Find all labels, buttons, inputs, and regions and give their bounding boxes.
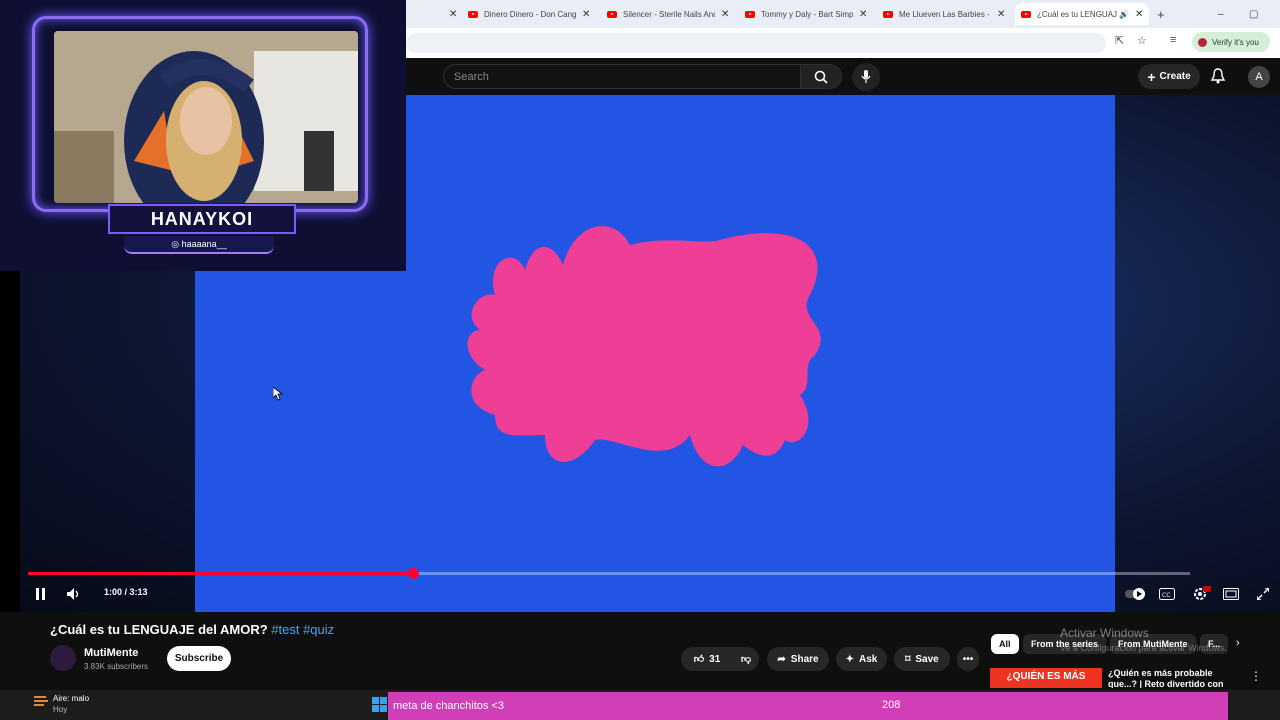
hd-badge [1203,586,1211,592]
chevron-right-icon[interactable]: › [1236,637,1240,649]
streamer-figure [54,31,358,203]
close-icon[interactable]: ✕ [449,9,457,20]
youtube-favicon-icon [745,10,755,18]
video-hashtags[interactable]: #test #quiz [271,622,334,637]
video-title: ¿Cuál es tu LENGUAJE del AMOR? #test #qu… [50,622,335,637]
progress-scrubber[interactable] [407,568,419,579]
subscribe-button[interactable]: Subscribe [167,646,231,671]
recommended-title[interactable]: ¿Quién es más probable que...? | Reto di… [1108,668,1233,688]
stream-goal-bar: meta de chanchitos <3 [388,692,1228,720]
share-arrow-icon: ➦ [777,653,786,665]
bookmark-star-icon[interactable]: ☆ [1137,34,1147,47]
stream-goal-count: 208 [882,699,901,711]
theater-icon [1223,588,1239,600]
youtube-favicon-icon [468,10,478,18]
captions-icon: CC [1159,588,1175,600]
search-icon [814,70,828,84]
notifications-bell-icon[interactable] [1210,68,1226,87]
weather-day: Hoy [53,705,68,714]
close-icon[interactable]: ✕ [859,9,867,20]
like-button[interactable]: 👍︎ 31 [681,647,733,671]
autoplay-toggle[interactable] [1124,585,1148,603]
account-avatar[interactable]: A [1248,66,1270,88]
sparkle-icon: ✦ [845,653,855,665]
weather-icon[interactable] [32,693,54,715]
tab-close-previous[interactable]: ✕ [443,3,457,25]
browser-tab[interactable]: Silencer - Sterile Nails And ✕ [607,3,729,25]
youtube-favicon-icon [607,10,617,18]
fullscreen-icon [1257,588,1269,600]
captions-button[interactable]: CC [1157,585,1177,603]
bookmark-icon: ⌑ [905,653,911,665]
channel-name[interactable]: MutiMente [84,647,138,659]
subscriber-count: 3.83K subscribers [84,662,149,671]
url-field[interactable] [406,33,1106,53]
streamer-handle: ◎ haaaana__ [124,236,274,254]
fullscreen-button[interactable] [1254,585,1272,603]
youtube-favicon-icon [883,10,893,18]
streamer-name-tag: HANAYKOI [108,204,296,234]
browser-tab[interactable]: Me Llueven Las Barbies - ✕ [883,3,1005,25]
windows-activation-watermark: Activar Windows [1060,626,1149,640]
left-edge-strip [0,270,20,612]
dislike-button[interactable]: 👎︎ [733,647,759,671]
volume-icon [67,588,79,600]
chip-all[interactable]: All [991,634,1019,654]
save-button[interactable]: ⌑ Save [894,647,950,671]
install-app-icon[interactable]: ⇱ [1115,34,1124,47]
speaker-icon[interactable]: 🔊 [1119,10,1129,19]
pause-button[interactable] [32,585,50,603]
new-tab-button[interactable]: + [1157,3,1165,25]
webcam-feed-image [54,31,358,203]
search-input[interactable]: Search [443,64,801,89]
pause-icon [36,588,45,600]
share-button[interactable]: ➦ Share [767,647,829,671]
thumbs-up-icon: 👍︎ [693,654,705,665]
progress-fill [28,572,413,575]
browser-tab[interactable]: Dinero Dinero - Don Cangrejo✕ [468,3,590,25]
autoplay-toggle-icon [1125,588,1145,600]
channel-avatar[interactable] [50,645,76,671]
maximize-window-icon[interactable]: ▢ [1249,3,1258,25]
close-icon[interactable]: ✕ [582,9,590,20]
time-display: 1:00 / 3:13 [104,587,148,597]
close-icon[interactable]: ✕ [721,9,729,20]
browser-tab[interactable]: Tommy y Daly - Bart Simpson✕ [745,3,867,25]
microphone-icon [861,70,871,83]
plus-icon: + [1147,68,1156,85]
youtube-favicon-icon [1021,10,1031,18]
minimize-window-icon[interactable]: – [1218,3,1224,25]
profile-icon [1198,37,1207,47]
windows-start-icon[interactable] [372,697,387,712]
verify-profile-button[interactable]: Verify it's you [1192,32,1270,52]
theater-mode-button[interactable] [1221,585,1241,603]
kebab-menu-icon[interactable]: ⋮ [1250,669,1262,683]
stream-goal-text: meta de chanchitos <3 [393,700,504,712]
svg-text:CC: CC [1162,592,1170,599]
more-actions-button[interactable]: ••• [957,647,979,671]
recommended-thumbnail[interactable]: ¿QUIÉN ES MÁS [990,668,1102,688]
weather-status: Aire: malo [53,694,90,703]
create-button[interactable]: + Create [1138,64,1200,89]
voice-search-button[interactable] [852,63,880,91]
close-icon[interactable]: ✕ [1135,9,1143,20]
browser-tab-active[interactable]: ¿Cuál es tu LENGUAJE 🔊 ✕ [1015,3,1150,25]
mouse-cursor-icon [273,387,283,401]
thumbs-down-icon: 👎︎ [740,654,752,665]
close-icon[interactable]: ✕ [997,9,1005,20]
volume-button[interactable] [64,585,84,603]
more-dots-icon: ••• [962,653,974,665]
windows-activation-subtext: Ve a Configuración para activar Windows. [1060,643,1228,653]
media-controls-icon[interactable]: ≡ [1170,34,1176,46]
ask-button[interactable]: ✦ Ask [836,647,887,671]
search-button[interactable] [800,64,842,89]
